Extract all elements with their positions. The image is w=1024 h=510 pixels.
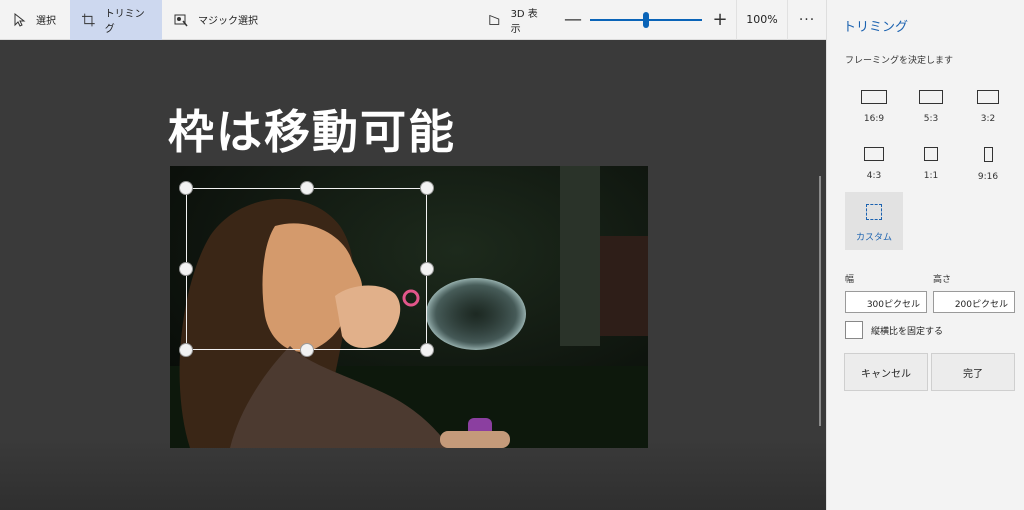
select-label: 選択 — [36, 16, 56, 27]
crop-icon — [82, 13, 95, 26]
ratio-5-3-icon — [919, 90, 943, 104]
crop-label: トリミング — [104, 8, 145, 35]
crop-handle-bottom[interactable] — [300, 343, 314, 357]
ratio-label: 1:1 — [923, 171, 939, 181]
crop-button[interactable]: トリミング — [70, 0, 162, 40]
select-cursor-icon — [14, 12, 26, 27]
view-3d-button[interactable]: 3D 表示 — [476, 0, 556, 40]
crop-handle-left[interactable] — [179, 262, 193, 276]
zoom-slider[interactable] — [590, 11, 702, 28]
zoom-control: — + — [556, 0, 736, 40]
crop-panel: トリミング フレーミングを決定します 16:9 5:3 3:2 4:3 1:1 … — [826, 0, 1024, 510]
panel-subtitle: フレーミングを決定します — [845, 56, 954, 66]
magic-select-label: マジック選択 — [198, 16, 258, 27]
ratio-label: 3:2 — [980, 114, 996, 124]
cancel-button[interactable]: キャンセル — [844, 353, 928, 391]
crop-handle-right[interactable] — [420, 262, 434, 276]
zoom-slider-thumb[interactable] — [643, 11, 649, 28]
lock-aspect-label: 縦横比を固定する — [871, 326, 944, 337]
zoom-out-button[interactable]: — — [564, 9, 582, 30]
crop-handle-top[interactable] — [300, 181, 314, 195]
crop-handle-top-left[interactable] — [179, 181, 193, 195]
height-label: 高さ — [933, 275, 952, 285]
view-3d-label: 3D 表示 — [510, 8, 538, 35]
ratio-9-16-button[interactable]: 9:16 — [959, 147, 1017, 199]
canvas-floor — [0, 440, 826, 510]
toolbar: 選択 トリミング マジック選択 3D 表示 — + 100% ··· — [0, 0, 826, 40]
custom-crop-icon — [866, 204, 882, 220]
crop-handle-top-right[interactable] — [420, 181, 434, 195]
ratio-9-16-icon — [983, 147, 993, 162]
ratio-label: 9:16 — [977, 172, 999, 182]
paint3d-app: 選択 トリミング マジック選択 3D 表示 — + 100% ··· 枠は移動可… — [0, 0, 1024, 510]
ratio-label: 4:3 — [866, 171, 882, 181]
width-field[interactable]: 300ピクセル — [845, 291, 927, 313]
height-field[interactable]: 200ピクセル — [933, 291, 1015, 313]
zoom-in-button[interactable]: + — [712, 9, 728, 30]
lock-aspect-row[interactable]: 縦横比を固定する — [845, 321, 943, 339]
magic-select-icon — [174, 14, 188, 26]
ratio-3-2-icon — [977, 90, 999, 104]
ratio-1-1-button[interactable]: 1:1 — [902, 147, 960, 199]
custom-label: カスタム — [855, 233, 892, 243]
lock-aspect-checkbox[interactable] — [845, 321, 863, 339]
ratio-label: 16:9 — [863, 114, 885, 124]
ratio-4-3-icon — [864, 147, 884, 161]
crop-handle-bottom-right[interactable] — [420, 343, 434, 357]
ratio-1-1-icon — [924, 147, 938, 161]
canvas-heading-text: 枠は移動可能 — [168, 105, 456, 159]
ratio-16-9-icon — [861, 90, 887, 104]
panel-title: トリミング — [843, 20, 909, 35]
canvas-area[interactable]: 枠は移動可能 — [0, 40, 826, 510]
canvas-scrollbar[interactable] — [819, 176, 821, 426]
select-button[interactable]: 選択 — [0, 0, 70, 40]
ratio-5-3-button[interactable]: 5:3 — [902, 90, 960, 142]
crop-frame[interactable] — [186, 188, 427, 350]
ratio-label: 5:3 — [923, 114, 939, 124]
ratio-3-2-button[interactable]: 3:2 — [959, 90, 1017, 142]
ratio-16-9-button[interactable]: 16:9 — [845, 90, 903, 142]
magic-select-button[interactable]: マジック選択 — [162, 0, 272, 40]
crop-handle-bottom-left[interactable] — [179, 343, 193, 357]
done-button[interactable]: 完了 — [931, 353, 1015, 391]
width-label: 幅 — [845, 275, 855, 285]
view-3d-icon — [489, 14, 500, 25]
more-options-button[interactable]: ··· — [788, 12, 826, 28]
ratio-custom-button[interactable]: カスタム — [845, 192, 903, 250]
zoom-level[interactable]: 100% — [737, 13, 787, 26]
